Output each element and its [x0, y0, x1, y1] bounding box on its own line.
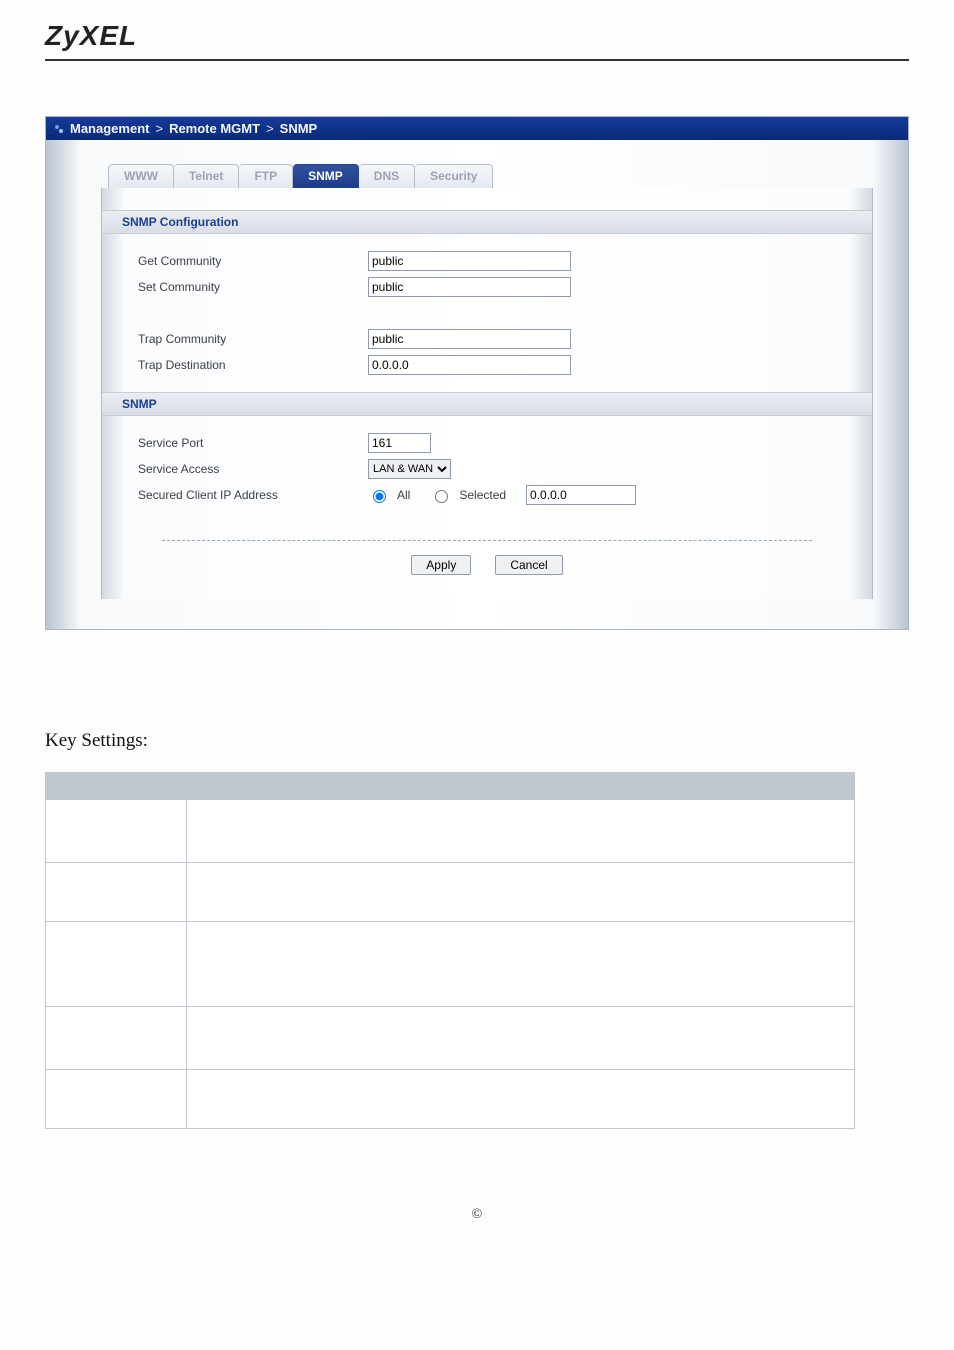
breadcrumb-part-2: SNMP: [280, 121, 318, 136]
input-trap-destination[interactable]: [368, 355, 571, 375]
table-cell: [187, 1070, 855, 1129]
input-get-community[interactable]: [368, 251, 571, 271]
section-header-snmp-config: SNMP Configuration: [102, 210, 872, 234]
select-service-access[interactable]: LAN & WAN: [368, 459, 451, 479]
key-table-header-2: [187, 773, 855, 800]
app-window: Management > Remote MGMT > SNMP WWW Teln…: [45, 116, 909, 630]
radio-all-label: All: [397, 488, 410, 502]
radio-selected-label: Selected: [459, 488, 506, 502]
table-cell: [187, 863, 855, 922]
tab-ftp[interactable]: FTP: [239, 164, 293, 188]
table-cell: [187, 1007, 855, 1070]
panel-body: SNMP Configuration Get Community Set Com…: [101, 188, 873, 599]
breadcrumb-part-0: Management: [70, 121, 149, 136]
input-set-community[interactable]: [368, 277, 571, 297]
tab-telnet[interactable]: Telnet: [174, 164, 239, 188]
label-secured-client-ip: Secured Client IP Address: [138, 488, 368, 502]
footer-copyright: ©: [0, 1207, 954, 1223]
radio-all[interactable]: [373, 490, 386, 503]
key-table-header-1: [46, 773, 187, 800]
separator: [162, 540, 812, 541]
breadcrumb-icon: [54, 124, 64, 134]
header-divider: [45, 59, 909, 61]
label-trap-destination: Trap Destination: [138, 358, 368, 372]
tab-security[interactable]: Security: [415, 164, 493, 188]
table-cell: [187, 800, 855, 863]
breadcrumb-part-1: Remote MGMT: [169, 121, 260, 136]
table-cell: [46, 1070, 187, 1129]
key-settings-heading: Key Settings:: [45, 730, 909, 752]
apply-button[interactable]: Apply: [411, 555, 471, 575]
input-service-port[interactable]: [368, 433, 431, 453]
tab-dns[interactable]: DNS: [359, 164, 415, 188]
label-set-community: Set Community: [138, 280, 368, 294]
table-cell: [46, 863, 187, 922]
label-service-access: Service Access: [138, 462, 368, 476]
input-secured-client-ip[interactable]: [526, 485, 636, 505]
table-cell: [46, 800, 187, 863]
table-cell: [46, 1007, 187, 1070]
section-header-snmp: SNMP: [102, 392, 872, 416]
label-trap-community: Trap Community: [138, 332, 368, 346]
key-settings-table: [45, 772, 855, 1129]
cancel-button[interactable]: Cancel: [495, 555, 562, 575]
tab-www[interactable]: WWW: [108, 164, 174, 188]
label-service-port: Service Port: [138, 436, 368, 450]
tab-snmp[interactable]: SNMP: [293, 164, 359, 188]
radio-selected[interactable]: [435, 490, 448, 503]
table-cell: [187, 922, 855, 1007]
tab-bar: WWW Telnet FTP SNMP DNS Security: [46, 140, 908, 188]
table-cell: [46, 922, 187, 1007]
breadcrumb: Management > Remote MGMT > SNMP: [46, 117, 908, 140]
brand-logo: ZyXEL: [45, 20, 137, 51]
label-get-community: Get Community: [138, 254, 368, 268]
input-trap-community[interactable]: [368, 329, 571, 349]
